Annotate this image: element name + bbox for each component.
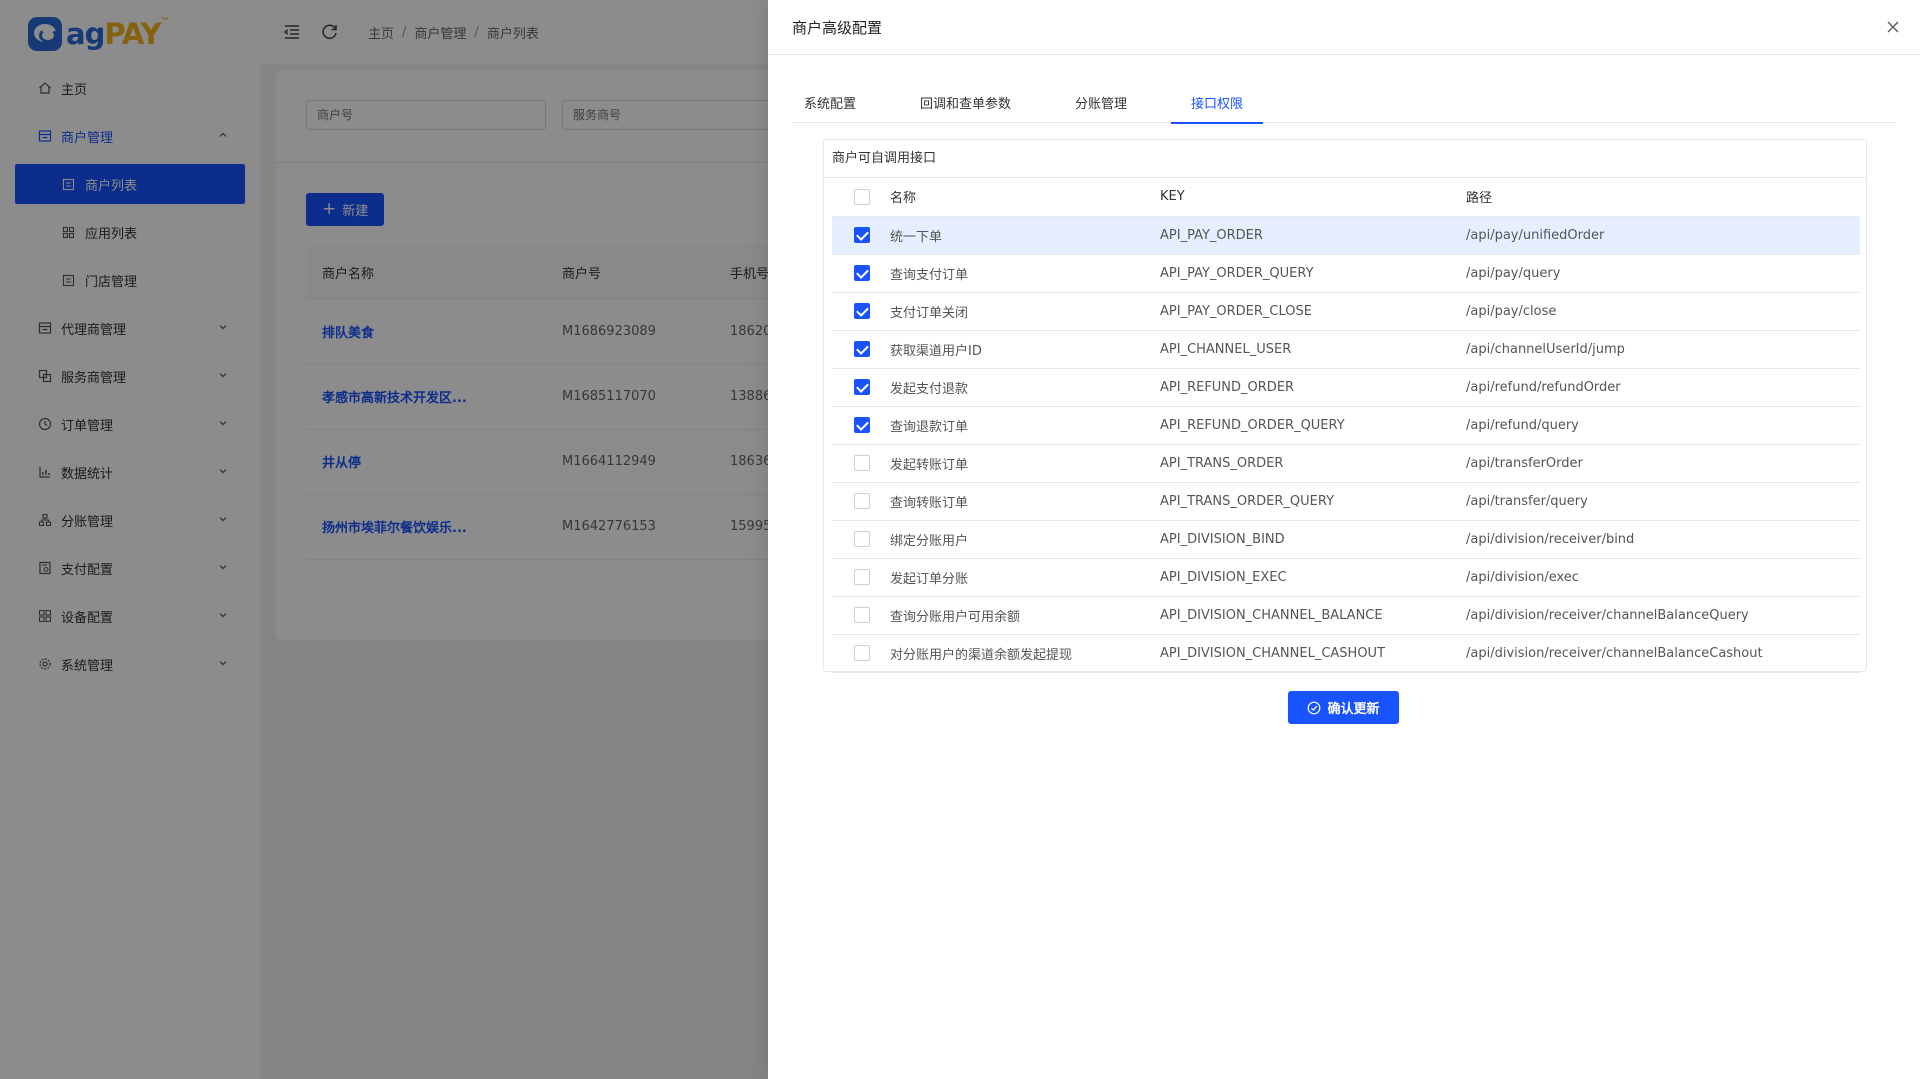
table-row[interactable]: 获取渠道用户ID API_CHANNEL_USER/api/channelUser… <box>832 330 1860 369</box>
api-path: /api/refund/refundOrder <box>1466 368 1860 407</box>
tab-division[interactable]: 分账管理 <box>1055 82 1147 123</box>
api-table-header: 名称 KEY 路径 <box>832 178 1860 217</box>
confirm-update-button[interactable]: 确认更新 <box>1288 691 1399 724</box>
row-checkbox[interactable] <box>854 341 870 357</box>
api-path: /api/transferOrder <box>1466 444 1860 483</box>
drawer-header: 商户高级配置 <box>768 0 1920 55</box>
api-path: /api/pay/query <box>1466 254 1860 293</box>
api-key: API_TRANS_ORDER_QUERY <box>1160 482 1466 521</box>
api-table-body: 统一下单 API_PAY_ORDER/api/pay/unifiedOrder 查询… <box>832 216 1860 673</box>
table-row[interactable]: 发起支付退款 API_REFUND_ORDER/api/refund/refund… <box>832 368 1860 407</box>
api-name: 绑定分账用户 <box>890 520 1160 559</box>
api-key: API_PAY_ORDER <box>1160 216 1466 255</box>
api-path: /api/channelUserId/jump <box>1466 330 1860 369</box>
panel-title: 商户可自调用接口 <box>824 140 1866 178</box>
row-checkbox[interactable] <box>854 303 870 319</box>
table-row[interactable]: 统一下单 API_PAY_ORDER/api/pay/unifiedOrder <box>832 216 1860 255</box>
api-name: 发起转账订单 <box>890 444 1160 483</box>
table-row[interactable]: 查询转账订单 API_TRANS_ORDER_QUERY/api/transfer… <box>832 482 1860 521</box>
api-key: API_DIVISION_BIND <box>1160 520 1466 559</box>
api-name: 支付订单关闭 <box>890 292 1160 331</box>
api-key: API_PAY_ORDER_CLOSE <box>1160 292 1466 331</box>
api-key: API_TRANS_ORDER <box>1160 444 1466 483</box>
row-checkbox[interactable] <box>854 227 870 243</box>
advanced-config-drawer: 商户高级配置 系统配置 回调和查单参数 分账管理 接口权限 商户可自调用接口 名… <box>768 0 1920 1079</box>
api-table: 名称 KEY 路径 统一下单 API_PAY_ORDER/api/pay/unif… <box>832 178 1860 673</box>
api-name: 查询转账订单 <box>890 482 1160 521</box>
api-permission-panel: 商户可自调用接口 名称 KEY 路径 统一下单 API_PAY_ORDER/api… <box>823 139 1867 673</box>
api-key: API_REFUND_ORDER <box>1160 368 1466 407</box>
row-checkbox[interactable] <box>854 265 870 281</box>
tab-callback-params[interactable]: 回调和查单参数 <box>900 82 1031 123</box>
api-key: API_PAY_ORDER_QUERY <box>1160 254 1466 293</box>
api-path: /api/division/receiver/bind <box>1466 520 1860 559</box>
confirm-button-label: 确认更新 <box>1327 702 1380 717</box>
table-row[interactable]: 查询分账用户可用余额 API_DIVISION_CHANNEL_BALANCE/a… <box>832 596 1860 635</box>
api-path: /api/division/exec <box>1466 558 1860 597</box>
api-key: API_REFUND_ORDER_QUERY <box>1160 406 1466 445</box>
table-row[interactable]: 查询退款订单 API_REFUND_ORDER_QUERY/api/refund/… <box>832 406 1860 445</box>
table-row[interactable]: 查询支付订单 API_PAY_ORDER_QUERY/api/pay/query <box>832 254 1860 293</box>
drawer-title: 商户高级配置 <box>792 18 883 37</box>
col-key: KEY <box>1160 178 1466 217</box>
api-key: API_CHANNEL_USER <box>1160 330 1466 369</box>
select-all-checkbox[interactable] <box>854 188 870 205</box>
api-name: 查询分账用户可用余额 <box>890 596 1160 635</box>
table-row[interactable]: 发起订单分账 API_DIVISION_EXEC/api/division/exe… <box>832 558 1860 597</box>
tab-api-permission[interactable]: 接口权限 <box>1171 82 1264 124</box>
api-path: /api/division/receiver/channelBalanceCas… <box>1466 634 1860 673</box>
row-checkbox[interactable] <box>854 455 870 471</box>
api-name: 对分账用户的渠道余额发起提现 <box>890 634 1160 673</box>
api-path: /api/transfer/query <box>1466 482 1860 521</box>
row-checkbox[interactable] <box>854 417 870 433</box>
close-icon[interactable] <box>1886 20 1900 34</box>
api-key: API_DIVISION_CHANNEL_CASHOUT <box>1160 634 1466 673</box>
tab-system-config[interactable]: 系统配置 <box>792 82 876 123</box>
col-name: 名称 <box>890 178 1160 217</box>
api-path: /api/division/receiver/channelBalanceQue… <box>1466 596 1860 635</box>
config-tabs: 系统配置 回调和查单参数 分账管理 接口权限 <box>792 82 1896 124</box>
row-checkbox[interactable] <box>854 645 870 661</box>
table-row[interactable]: 绑定分账用户 API_DIVISION_BIND/api/division/rec… <box>832 520 1860 559</box>
api-name: 查询支付订单 <box>890 254 1160 293</box>
api-path: /api/pay/unifiedOrder <box>1466 216 1860 255</box>
row-checkbox[interactable] <box>854 607 870 623</box>
api-key: API_DIVISION_EXEC <box>1160 558 1466 597</box>
api-name: 发起订单分账 <box>890 558 1160 597</box>
api-key: API_DIVISION_CHANNEL_BALANCE <box>1160 596 1466 635</box>
api-path: /api/pay/close <box>1466 292 1860 331</box>
row-checkbox[interactable] <box>854 531 870 547</box>
check-circle-icon <box>1308 701 1321 714</box>
table-row[interactable]: 支付订单关闭 API_PAY_ORDER_CLOSE/api/pay/close <box>832 292 1860 331</box>
api-name: 获取渠道用户ID <box>890 330 1160 369</box>
table-row[interactable]: 对分账用户的渠道余额发起提现 API_DIVISION_CHANNEL_CASHO… <box>832 634 1860 673</box>
row-checkbox[interactable] <box>854 379 870 395</box>
api-name: 统一下单 <box>890 216 1160 255</box>
table-row[interactable]: 发起转账订单 API_TRANS_ORDER/api/transferOrder <box>832 444 1860 483</box>
row-checkbox[interactable] <box>854 493 870 509</box>
api-name: 发起支付退款 <box>890 368 1160 407</box>
col-path: 路径 <box>1466 178 1860 217</box>
api-name: 查询退款订单 <box>890 406 1160 445</box>
row-checkbox[interactable] <box>854 569 870 585</box>
api-path: /api/refund/query <box>1466 406 1860 445</box>
